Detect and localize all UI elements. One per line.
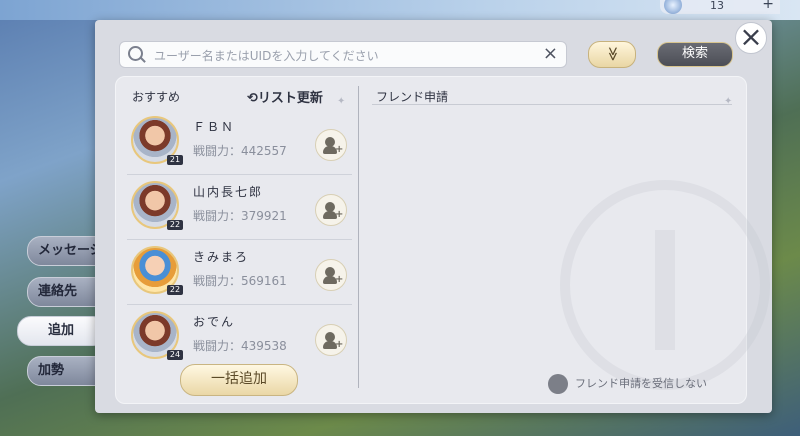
compass-watermark — [560, 180, 770, 390]
level-badge: 21 — [167, 155, 183, 165]
recommend-item: 22 きみまろ 戦闘力：569161 + — [127, 242, 352, 305]
tab-add[interactable]: 追加 — [17, 316, 107, 346]
tab-label: 加勢 — [38, 363, 65, 378]
recommend-title: おすすめ — [132, 90, 181, 104]
resource-count: 13 — [710, 0, 724, 12]
recommend-item: 21 ＦＢＮ 戦闘力：442557 + — [127, 112, 352, 175]
recommend-item: 24 おでん 戦闘力：439538 + — [127, 307, 352, 369]
player-power: 戦闘力：439538 — [193, 339, 287, 353]
recommend-item: 22 山内長七郎 戦闘力：379921 + — [127, 177, 352, 240]
reject-requests-toggle[interactable] — [548, 374, 568, 394]
plus-icon: + — [335, 144, 344, 155]
search-button[interactable]: 検索 — [657, 42, 733, 67]
player-power: 戦闘力：569161 — [193, 274, 287, 288]
close-button[interactable]: × — [735, 22, 767, 54]
search-bar: × — [119, 41, 567, 68]
level-badge: 22 — [167, 220, 183, 230]
player-name: きみまろ — [193, 250, 250, 264]
plus-icon: + — [335, 209, 344, 220]
header-divider — [372, 104, 732, 105]
plus-icon: + — [335, 274, 344, 285]
resource-counter: 13 + — [660, 0, 780, 14]
sparkle-icon: ✦ — [724, 96, 733, 107]
add-friend-button[interactable]: + — [315, 129, 347, 161]
level-badge: 24 — [167, 350, 183, 360]
tab-label: メッセージ — [38, 243, 103, 258]
player-power: 戦闘力：379921 — [193, 209, 287, 223]
refresh-label: リスト更新 — [257, 91, 323, 106]
crystal-icon — [664, 0, 682, 14]
tab-label: 連絡先 — [38, 284, 78, 299]
bulk-add-button[interactable]: 一括追加 — [180, 364, 298, 396]
refresh-icon: ⟲ — [247, 91, 258, 106]
chevron-down-icon: ≫ — [604, 46, 620, 62]
column-divider — [358, 86, 359, 388]
plus-icon: + — [335, 339, 344, 350]
tab-label: 追加 — [48, 323, 75, 338]
add-friend-button[interactable]: + — [315, 324, 347, 356]
level-badge: 22 — [167, 285, 183, 295]
add-friend-button[interactable]: + — [315, 194, 347, 226]
player-power: 戦闘力：442557 — [193, 144, 287, 158]
add-friend-button[interactable]: + — [315, 259, 347, 291]
expand-dropdown-button[interactable]: ≫ — [588, 41, 636, 68]
add-resource-button[interactable]: + — [762, 0, 774, 12]
sparkle-icon: ✦ — [337, 96, 346, 107]
friend-request-title: フレンド申請 — [376, 90, 449, 104]
search-input[interactable] — [152, 45, 536, 66]
search-icon — [128, 46, 143, 61]
clear-icon[interactable]: × — [543, 43, 558, 64]
reject-requests-label: フレンド申請を受信しない — [575, 377, 707, 390]
player-name: おでん — [193, 315, 236, 329]
player-name: 山内長七郎 — [193, 185, 264, 199]
player-name: ＦＢＮ — [193, 120, 236, 134]
refresh-list-button[interactable]: ⟲リスト更新 — [247, 87, 323, 106]
